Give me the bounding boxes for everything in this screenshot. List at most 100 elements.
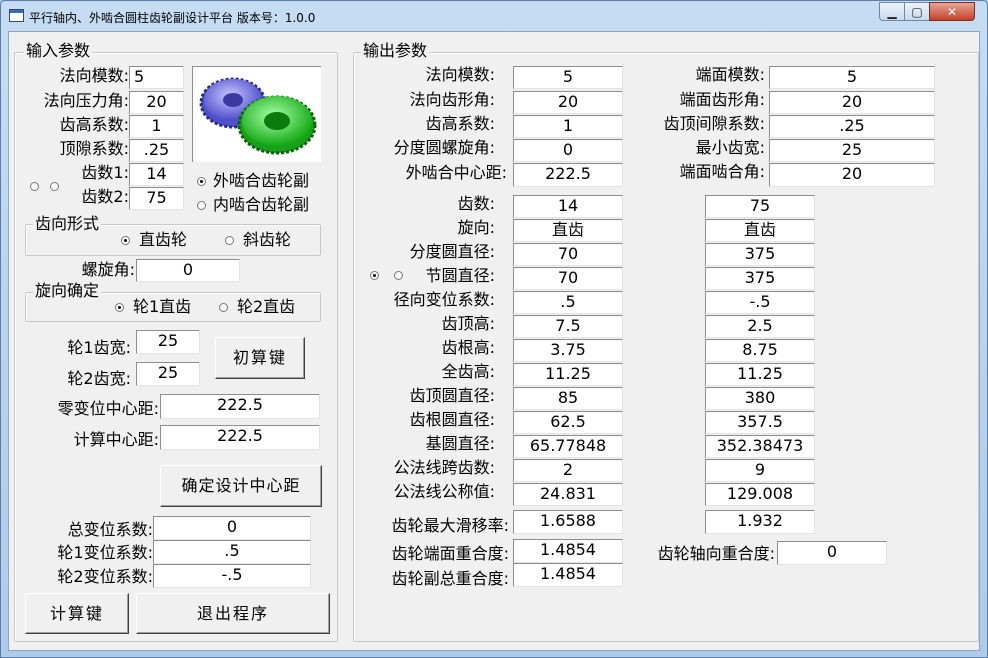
total-shift-input[interactable]: 0 xyxy=(153,516,311,540)
teeth1-input[interactable]: 14 xyxy=(129,163,184,186)
row-addendum-g2: 2.5 xyxy=(705,315,815,338)
row-shift-g1: .5 xyxy=(513,291,623,314)
axial-contact-value: 0 xyxy=(777,541,887,565)
mesh-radio-b[interactable] xyxy=(50,182,59,191)
clearance-coef-input[interactable]: .25 xyxy=(129,139,184,162)
row-tip-dia-g1: 85 xyxy=(513,387,623,410)
app-window: 平行轴内、外啮合圆柱齿轮副设计平台 版本号：1.0.0 ▁ ▢ ✕ 输入参数 法… xyxy=(0,0,988,658)
max-slip-label: 齿轮最大滑移率: xyxy=(391,516,509,535)
calculate-button[interactable]: 计算键 xyxy=(25,593,129,634)
total-contact-value: 1.4854 xyxy=(513,563,623,587)
row-base-dia-g2: 352.38473 xyxy=(705,435,815,458)
pressure-angle-label: 法向压力角: xyxy=(43,91,129,110)
internal-mesh-radio[interactable] xyxy=(197,201,206,210)
row-tip-dia-g2: 380 xyxy=(705,387,815,410)
shift1-label: 轮1变位系数: xyxy=(57,543,153,562)
out-transverse-module-label: 端面模数: xyxy=(695,65,765,84)
initial-calc-button[interactable]: 初算键 xyxy=(215,337,305,379)
shift2-input[interactable]: -.5 xyxy=(153,564,311,588)
helical-gear-radio[interactable] xyxy=(225,236,234,245)
row-tip-dia-label: 齿顶圆直径: xyxy=(409,386,495,405)
straight-gear-label[interactable]: 直齿轮 xyxy=(139,230,187,250)
out-transverse-mesh-value: 20 xyxy=(769,163,935,187)
row-whole-depth-g1: 11.25 xyxy=(513,363,623,386)
row-pitch-dia-g2: 375 xyxy=(705,267,815,290)
close-button[interactable]: ✕ xyxy=(929,2,975,21)
external-mesh-radio[interactable] xyxy=(197,177,206,186)
hand-opt1-radio[interactable] xyxy=(115,303,124,312)
row-base-dia-g1: 65.77848 xyxy=(513,435,623,458)
out-transverse-mesh-label: 端面啮合角: xyxy=(679,162,765,181)
out-transverse-module-value: 5 xyxy=(769,66,935,89)
width2-input[interactable]: 25 xyxy=(136,362,200,386)
internal-mesh-label[interactable]: 内啮合齿轮副 xyxy=(213,195,309,215)
teeth1-label: 齿数1: xyxy=(81,163,129,182)
teeth2-label: 齿数2: xyxy=(81,187,129,206)
addendum-coef-label: 齿高系数: xyxy=(59,115,129,134)
row-addendum-g1: 7.5 xyxy=(513,315,623,338)
row-span-value-label: 公法线公称值: xyxy=(393,482,495,501)
width1-input[interactable]: 25 xyxy=(136,330,200,354)
row-hand-g1: 直齿 xyxy=(513,219,623,242)
axial-contact-label: 齿轮轴向重合度: xyxy=(657,544,775,563)
out-tip-clearance-label: 齿顶间隙系数: xyxy=(663,114,765,133)
pitch-radio-b[interactable] xyxy=(394,271,403,280)
calc-center-input[interactable]: 222.5 xyxy=(160,425,320,450)
app-icon xyxy=(9,9,24,22)
row-span-teeth-label: 公法线跨齿数: xyxy=(393,458,495,477)
row-addendum-label: 齿顶高: xyxy=(441,314,495,333)
window-title: 平行轴内、外啮合圆柱齿轮副设计平台 版本号：1.0.0 xyxy=(29,11,316,25)
width2-label: 轮2齿宽: xyxy=(67,369,131,388)
row-span-teeth-g1: 2 xyxy=(513,459,623,482)
clearance-coef-label: 顶隙系数: xyxy=(59,139,129,158)
pitch-radio-a[interactable] xyxy=(370,271,379,280)
out-normal-module-label: 法向模数: xyxy=(425,65,495,84)
minimize-button[interactable]: ▁ xyxy=(879,2,905,21)
row-span-value-g1: 24.831 xyxy=(513,483,623,506)
input-params-title: 输入参数 xyxy=(24,41,93,60)
out-transverse-profile-label: 端面齿形角: xyxy=(679,90,765,109)
row-whole-depth-label: 全齿高: xyxy=(441,362,495,381)
out-ext-center-label: 外啮合中心距: xyxy=(405,163,507,182)
helix-angle-input[interactable]: 0 xyxy=(136,259,240,282)
row-pitch-dia-label: 节圆直径: xyxy=(425,266,495,285)
row-ref-dia-label: 分度圆直径: xyxy=(409,242,495,261)
max-slip-g2: 1.932 xyxy=(705,510,815,534)
hand-opt2-label[interactable]: 轮2直齿 xyxy=(237,297,295,317)
row-base-dia-label: 基圆直径: xyxy=(425,434,495,453)
row-teeth-label: 齿数: xyxy=(457,194,495,213)
pressure-angle-input[interactable]: 20 xyxy=(129,91,184,114)
out-addendum-coef-label: 齿高系数: xyxy=(425,114,495,133)
gear-illustration xyxy=(192,66,321,162)
confirm-center-button[interactable]: 确定设计中心距 xyxy=(160,465,322,507)
row-root-dia-g1: 62.5 xyxy=(513,411,623,434)
zero-center-label: 零变位中心距: xyxy=(57,399,159,418)
maximize-button[interactable]: ▢ xyxy=(904,2,930,21)
out-tip-clearance-value: .25 xyxy=(769,115,935,138)
mesh-radio-a[interactable] xyxy=(30,182,39,191)
hand-opt2-radio[interactable] xyxy=(219,303,228,312)
row-ref-dia-g1: 70 xyxy=(513,243,623,266)
zero-center-input[interactable]: 222.5 xyxy=(160,394,320,419)
hand-opt1-label[interactable]: 轮1直齿 xyxy=(133,297,191,317)
row-hand-label: 旋向: xyxy=(457,218,495,237)
shift1-input[interactable]: .5 xyxy=(153,540,311,564)
external-mesh-label[interactable]: 外啮合齿轮副 xyxy=(213,171,309,191)
out-addendum-coef-value: 1 xyxy=(513,115,623,138)
shift2-label: 轮2变位系数: xyxy=(57,567,153,586)
hand-title: 旋向确定 xyxy=(33,281,102,300)
total-contact-label: 齿轮副总重合度: xyxy=(391,569,509,588)
out-min-teeth-label: 最小齿宽: xyxy=(695,138,765,157)
teeth2-input[interactable]: 75 xyxy=(129,187,184,210)
transverse-contact-value: 1.4854 xyxy=(513,539,623,563)
row-teeth-g2: 75 xyxy=(705,195,815,218)
out-helix-value: 0 xyxy=(513,139,623,162)
out-transverse-profile-value: 20 xyxy=(769,91,935,114)
normal-module-input[interactable]: 5 xyxy=(129,66,184,89)
straight-gear-radio[interactable] xyxy=(121,236,130,245)
addendum-coef-input[interactable]: 1 xyxy=(129,115,184,138)
exit-button[interactable]: 退出程序 xyxy=(136,593,330,634)
helical-gear-label[interactable]: 斜齿轮 xyxy=(243,230,291,250)
row-root-dia-g2: 357.5 xyxy=(705,411,815,434)
helix-angle-label: 螺旋角: xyxy=(81,260,135,279)
